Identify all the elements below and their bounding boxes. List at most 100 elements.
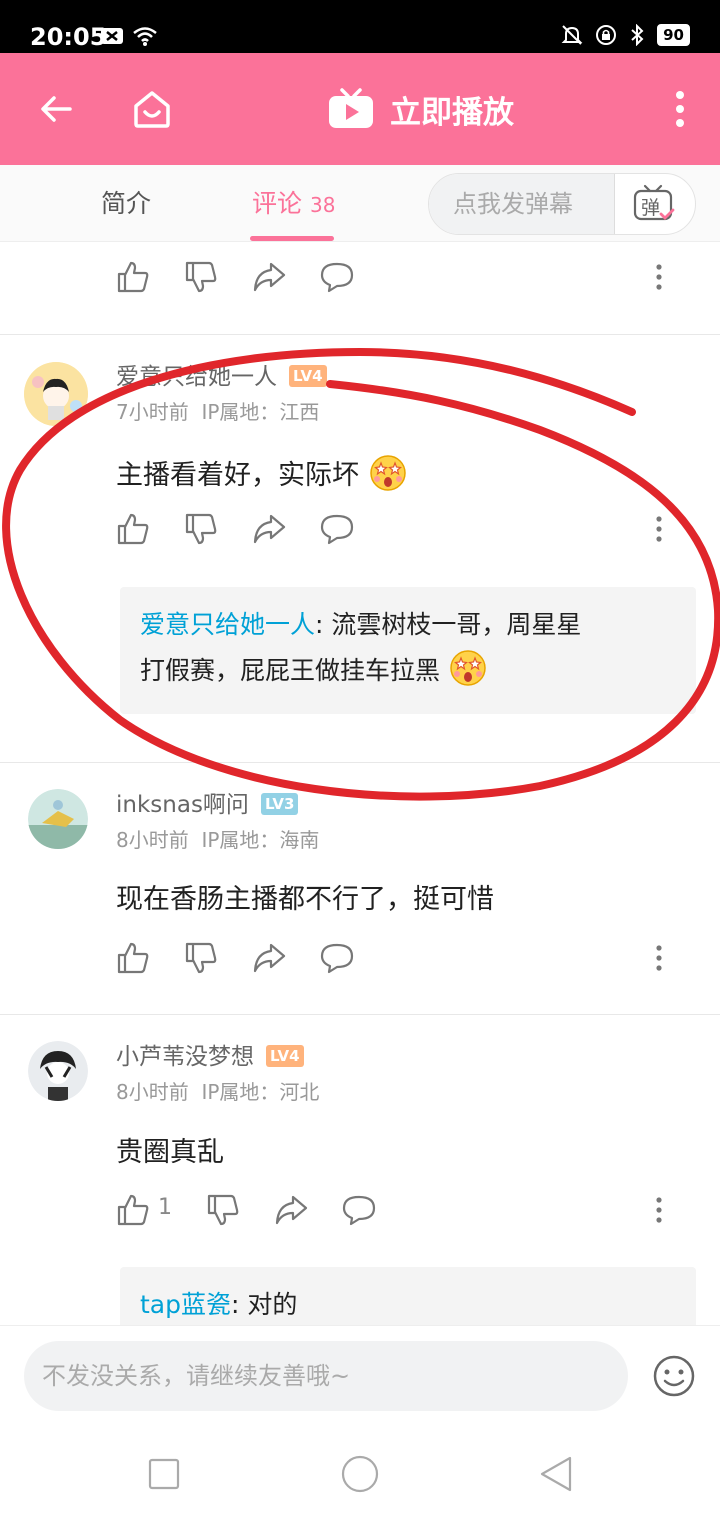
avatar[interactable] (28, 789, 88, 849)
circle-icon (341, 1455, 379, 1493)
share-icon[interactable] (252, 260, 286, 294)
more-vertical-icon (656, 264, 662, 290)
more-vertical-icon (676, 91, 684, 127)
reply-username[interactable]: 爱意只给她一人 (140, 610, 315, 639)
home-nav-button[interactable] (338, 1452, 382, 1496)
dislike-icon[interactable] (206, 1193, 240, 1227)
comment-text: 贵圈真乱 (116, 1137, 224, 1168)
comment-more-button[interactable] (642, 941, 676, 975)
emoji-picker-icon[interactable] (652, 1354, 696, 1398)
comment-actions (116, 512, 676, 548)
level-badge: LV4 (266, 1045, 304, 1067)
recents-button[interactable] (142, 1452, 186, 1496)
reply-separator: : (315, 610, 324, 639)
home-button[interactable] (124, 81, 180, 137)
avatar-image (28, 1041, 88, 1101)
reply-icon[interactable] (320, 941, 354, 975)
starstruck-emoji-icon (450, 650, 486, 686)
reply-box[interactable]: 爱意只给她一人: 流雲树枝一哥，周星星 打假赛，屁屁王做挂车拉黑 (120, 587, 696, 714)
danmaku-toggle-button[interactable]: 弹 (613, 174, 695, 234)
system-nav-bar (0, 1430, 720, 1520)
home-icon (134, 91, 170, 128)
reply-separator: : (231, 1290, 240, 1319)
tab-intro[interactable]: 简介 (101, 187, 151, 221)
comment-actions (116, 260, 676, 296)
wifi-icon (133, 27, 157, 46)
annotation-circle (2, 347, 720, 801)
share-icon[interactable] (252, 512, 286, 546)
comment-input[interactable]: 不发没关系，请继续友善哦~ (24, 1341, 628, 1411)
comment-text-body: 主播看着好，实际坏 (116, 460, 359, 491)
comment-actions (116, 941, 676, 977)
avatar[interactable] (28, 1041, 88, 1101)
reply-icon[interactable] (320, 512, 354, 546)
status-right-icons: 90 (561, 24, 690, 46)
status-left-icons (100, 26, 158, 46)
share-icon[interactable] (252, 941, 286, 975)
back-nav-button[interactable] (534, 1452, 578, 1496)
more-vertical-icon (656, 1197, 662, 1223)
comment-more-button[interactable] (642, 512, 676, 546)
back-arrow-icon (41, 96, 72, 122)
avatar[interactable] (24, 362, 88, 426)
status-time: 20:05 (30, 23, 107, 51)
like-icon[interactable] (116, 512, 150, 546)
like-icon[interactable] (116, 260, 150, 294)
reply-text: 流雲树枝一哥，周星星 (331, 610, 582, 639)
tab-comments[interactable]: 评论 38 (252, 187, 335, 222)
reply-box[interactable]: tap蓝瓷: 对的 (120, 1267, 696, 1325)
username[interactable]: 爱意只给她一人 LV4 (116, 362, 327, 392)
triangle-back-icon (540, 1456, 572, 1492)
comment-meta: 8小时前 IP属地：河北 (116, 1079, 319, 1105)
comment-time: 8小时前 (116, 828, 189, 852)
avatar-image (28, 789, 88, 849)
like-icon[interactable] (116, 1193, 150, 1227)
like-icon[interactable] (116, 941, 150, 975)
level-badge: LV3 (260, 793, 299, 815)
dislike-icon[interactable] (184, 941, 218, 975)
username-text: 小芦苇没梦想 (116, 1044, 254, 1070)
tab-comments-label: 评论 (252, 189, 303, 218)
comment-time: 7小时前 (116, 400, 189, 424)
starstruck-emoji-icon (369, 455, 406, 491)
battery-icon: 90 (657, 24, 690, 46)
reply-icon[interactable] (342, 1193, 376, 1227)
reply-icon[interactable] (320, 260, 354, 294)
svg-text:弹: 弹 (641, 197, 660, 219)
back-button[interactable] (28, 81, 84, 137)
divider (0, 762, 720, 763)
dislike-icon[interactable] (184, 260, 218, 294)
app-title: 立即播放 (390, 94, 514, 131)
comment-actions: 1 (116, 1193, 676, 1229)
status-bar: 20:05 90 (0, 0, 720, 53)
tab-comments-count: 38 (309, 193, 336, 217)
dislike-icon[interactable] (184, 512, 218, 546)
danmaku-input[interactable]: 点我发弹幕 (429, 174, 615, 234)
username[interactable]: 小芦苇没梦想 LV4 (116, 1042, 304, 1072)
comment-time: 8小时前 (116, 1080, 189, 1104)
mute-icon (561, 25, 583, 45)
comment-ip: IP属地：海南 (201, 828, 320, 852)
app-bar: 立即播放 (0, 53, 720, 165)
bluetooth-icon (631, 24, 644, 46)
username[interactable]: inksnas啊问 LV3 (116, 790, 299, 820)
play-now-button[interactable]: 立即播放 (328, 83, 514, 135)
divider (0, 334, 720, 335)
tv-play-icon (329, 88, 373, 128)
more-button[interactable] (652, 81, 708, 137)
comment-meta: 8小时前 IP属地：海南 (116, 827, 319, 853)
comment-ip: IP属地：河北 (201, 1080, 320, 1104)
reply-line: 爱意只给她一人: 流雲树枝一哥，周星星 (140, 603, 676, 647)
square-icon (148, 1458, 180, 1490)
comment-ip: IP属地：江西 (201, 400, 320, 424)
danmaku-icon: 弹 (633, 184, 675, 221)
comment-meta: 7小时前 IP属地：江西 (116, 399, 319, 425)
share-icon[interactable] (274, 1193, 308, 1227)
reply-text: 打假赛，屁屁王做挂车拉黑 (140, 656, 441, 685)
tab-bar: 简介 评论 38 点我发弹幕 弹 (0, 165, 720, 242)
comment-more-button[interactable] (642, 1193, 676, 1227)
reply-username[interactable]: tap蓝瓷 (140, 1290, 231, 1319)
notification-icon (101, 28, 123, 44)
comment-more-button[interactable] (642, 260, 676, 294)
reply-line: 打假赛，屁屁王做挂车拉黑 (140, 647, 676, 693)
